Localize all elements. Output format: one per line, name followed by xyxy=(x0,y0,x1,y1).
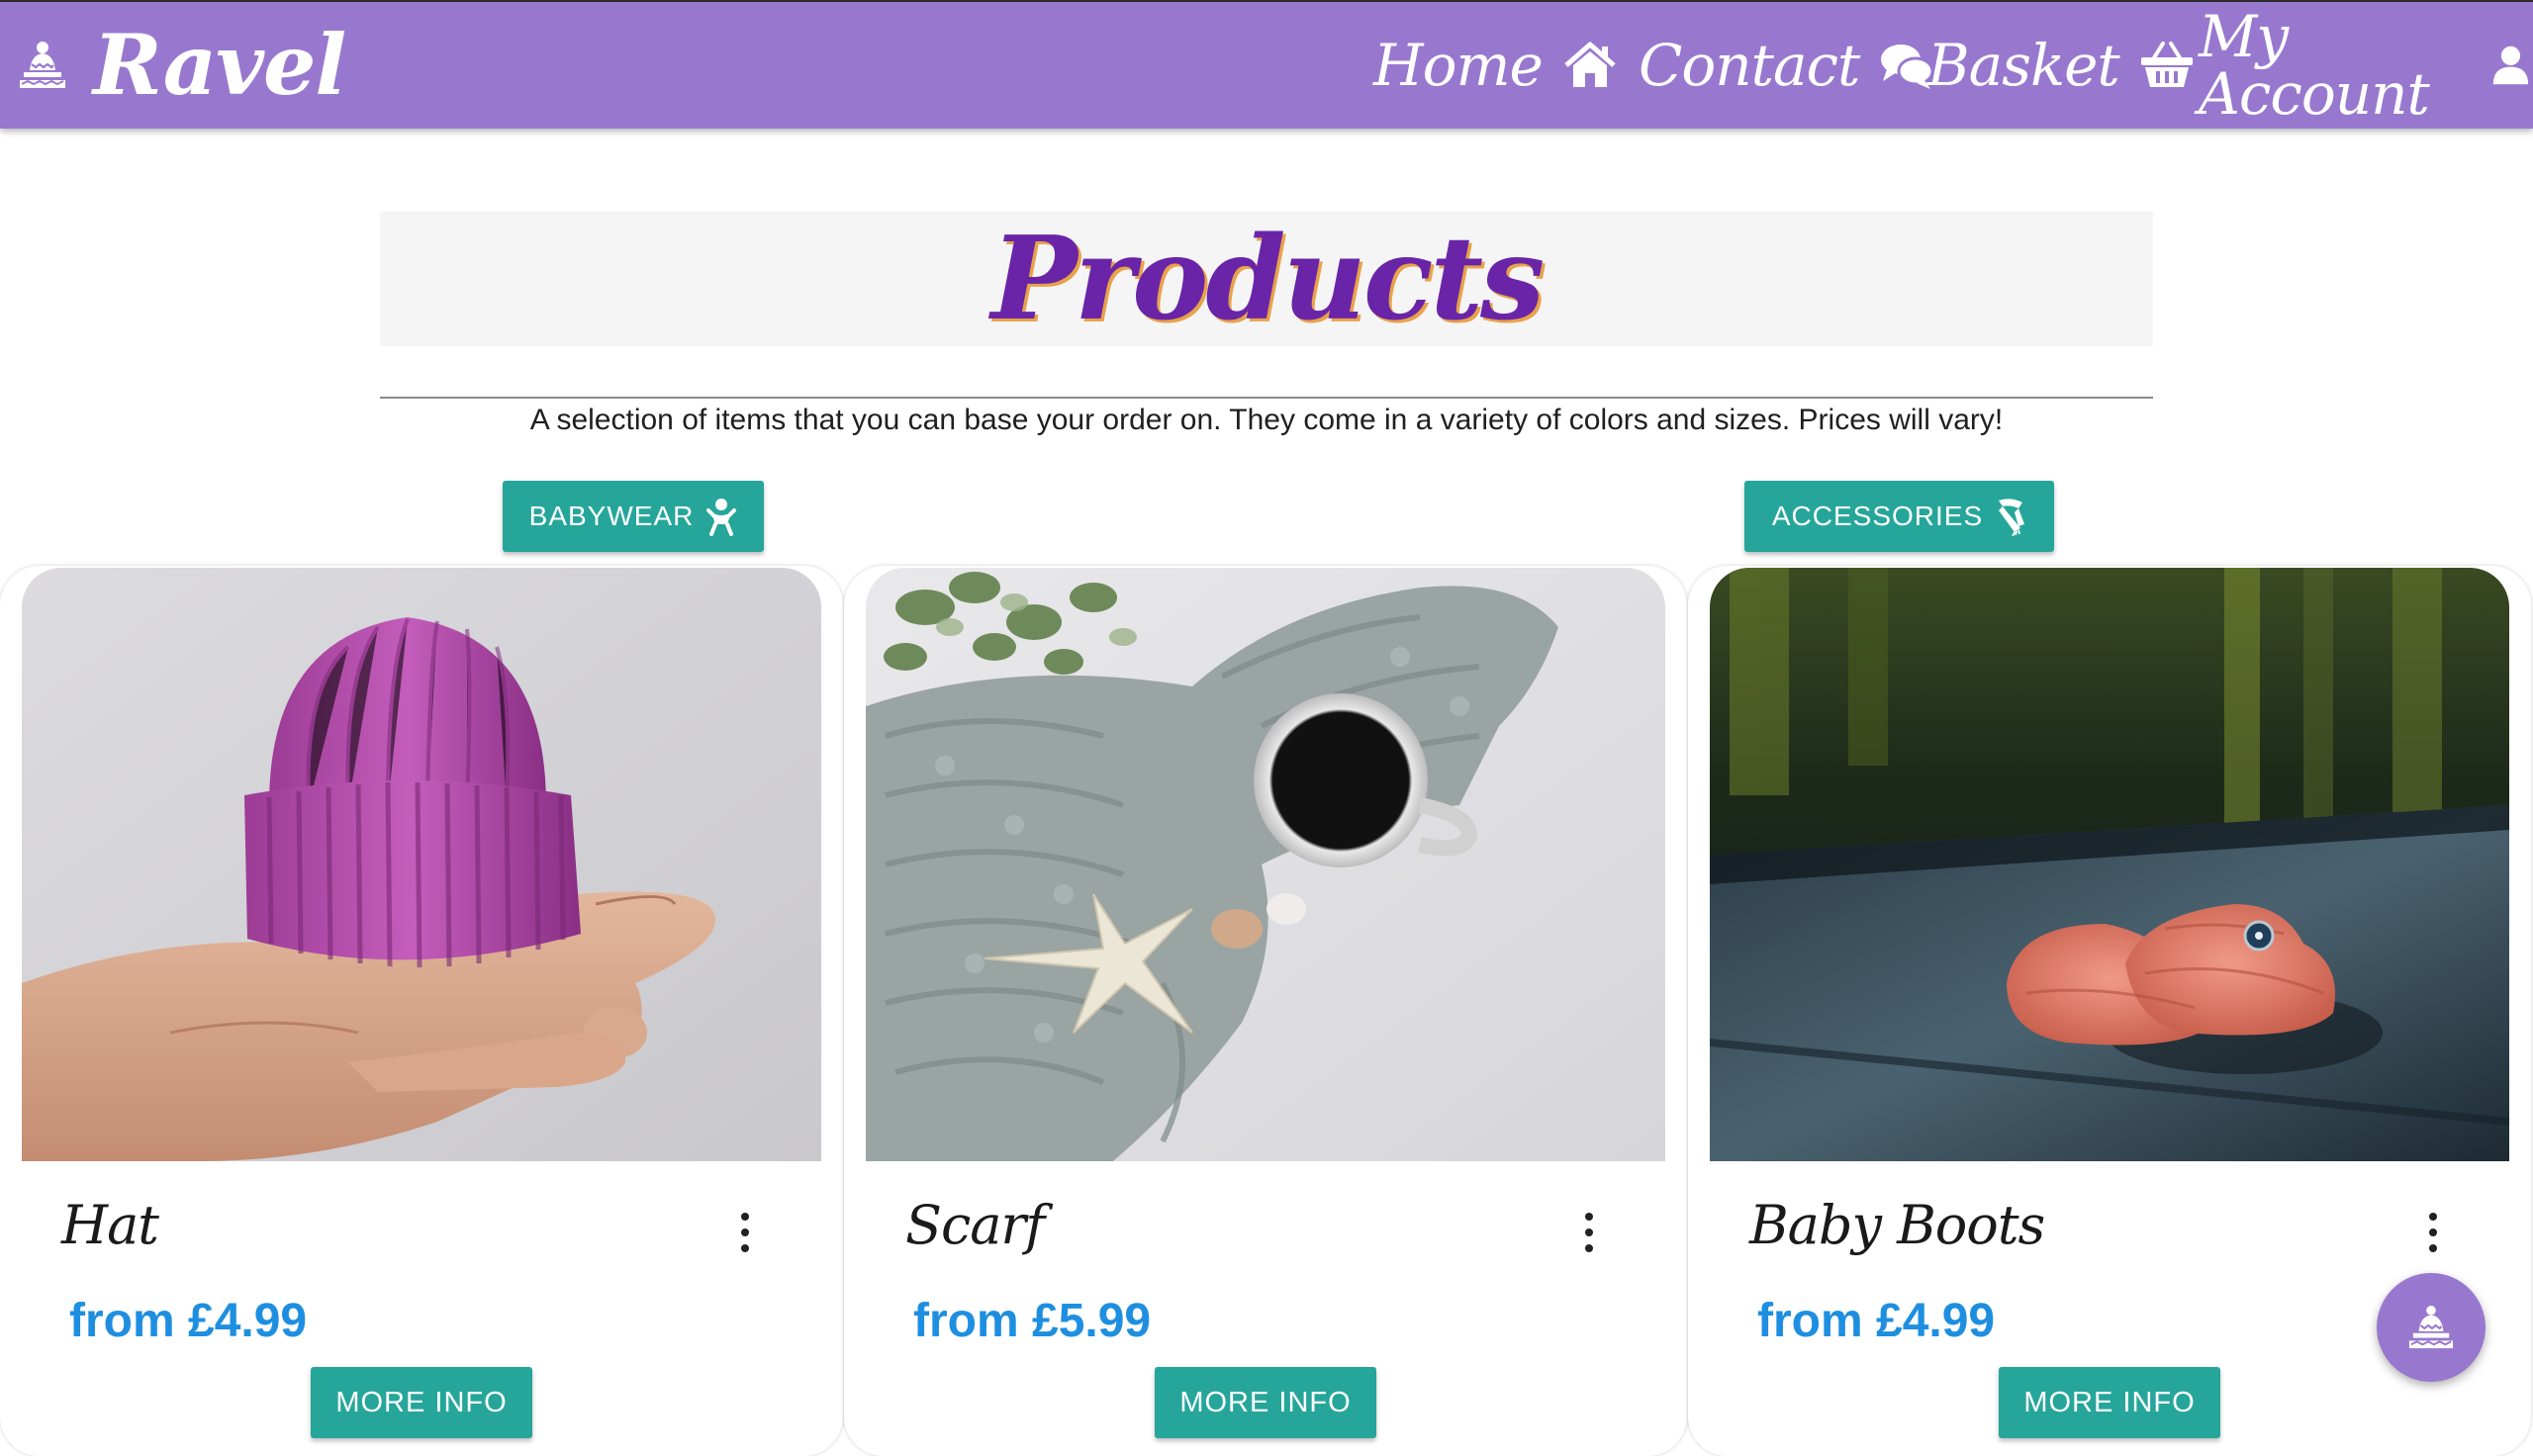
user-icon xyxy=(2492,46,2529,85)
product-price: from £4.99 xyxy=(1757,1295,1996,1347)
brand-name: Ravel xyxy=(93,16,346,114)
product-card-hat: Hat from £4.99 MORE INFO xyxy=(0,566,843,1456)
home-icon xyxy=(1564,42,1616,87)
nav-basket-link[interactable]: Basket xyxy=(1927,2,2195,129)
product-name: Hat xyxy=(61,1194,159,1256)
chat-icon xyxy=(1881,45,1934,89)
scarf-icon xyxy=(1999,499,2025,536)
product-name: Baby Boots xyxy=(1749,1194,2045,1256)
nav-contact-link[interactable]: Contact xyxy=(1639,2,1934,129)
nav-basket-label: Basket xyxy=(1927,32,2120,99)
nav-account-label: My Account xyxy=(2199,3,2430,128)
knitted-hat-icon xyxy=(2408,1305,2454,1349)
product-image-hat[interactable] xyxy=(22,568,821,1161)
babywear-label: BABYWEAR xyxy=(528,500,695,531)
baby-icon xyxy=(706,499,737,536)
nav-contact-label: Contact xyxy=(1639,32,1860,99)
more-vert-icon[interactable] xyxy=(738,1211,752,1254)
product-image-scarf[interactable] xyxy=(866,568,1665,1161)
navbar: Ravel Home Contact Basket My Account xyxy=(0,2,2533,129)
accessories-button[interactable]: ACCESSORIES xyxy=(1744,481,2054,552)
product-price: from £4.99 xyxy=(69,1295,308,1347)
accessories-label: ACCESSORIES xyxy=(1771,500,1984,531)
brand-logo[interactable]: Ravel xyxy=(18,2,346,129)
more-info-button[interactable]: MORE INFO xyxy=(1999,1367,2220,1438)
basket-icon xyxy=(2140,42,2193,87)
more-info-button[interactable]: MORE INFO xyxy=(1155,1367,1376,1438)
nav-home-link[interactable]: Home xyxy=(1373,2,1618,129)
page-title-banner: Products xyxy=(380,212,2153,346)
babywear-button[interactable]: BABYWEAR xyxy=(503,481,764,552)
more-vert-icon[interactable] xyxy=(2426,1211,2440,1254)
hat-photo xyxy=(22,568,821,1161)
product-name: Scarf xyxy=(905,1194,1045,1256)
scarf-photo xyxy=(866,568,1665,1161)
floating-action-button[interactable] xyxy=(2377,1273,2486,1382)
baby-boots-photo xyxy=(1710,568,2509,1161)
product-card-scarf: Scarf from £5.99 MORE INFO xyxy=(844,566,1687,1456)
product-price: from £5.99 xyxy=(913,1295,1152,1347)
knitted-hat-icon xyxy=(20,42,65,88)
more-info-button[interactable]: MORE INFO xyxy=(311,1367,532,1438)
page-subtitle: A selection of items that you can base y… xyxy=(529,404,2004,436)
product-image-baby-boots[interactable] xyxy=(1710,568,2509,1161)
page-title: Products xyxy=(990,212,1546,346)
nav-account-link[interactable]: My Account xyxy=(2199,2,2533,129)
nav-home-label: Home xyxy=(1373,32,1544,99)
header-divider xyxy=(380,397,2153,399)
more-vert-icon[interactable] xyxy=(1582,1211,1596,1254)
